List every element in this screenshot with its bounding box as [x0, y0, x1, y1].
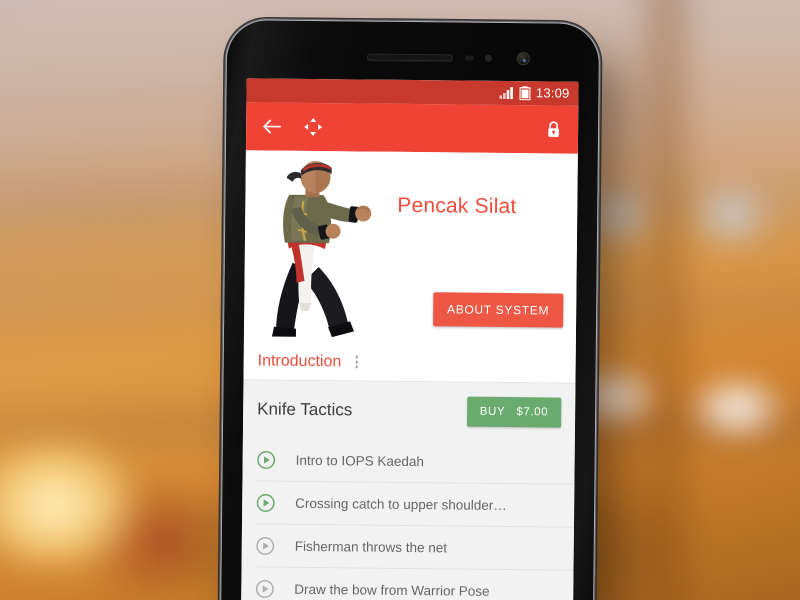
about-system-button[interactable]: ABOUT SYSTEM — [432, 292, 564, 328]
lock-icon — [547, 121, 559, 137]
back-button[interactable] — [258, 113, 284, 139]
lesson-row[interactable]: Fisherman throws the net — [242, 524, 574, 569]
lesson-row[interactable]: Intro to IOPS Kaedah — [242, 438, 574, 483]
signal-icon — [499, 87, 514, 100]
play-circle-icon[interactable] — [256, 493, 275, 512]
app-bar — [245, 102, 579, 154]
scene: 13:09 Pencak Silat ABOUT SYSTEM Introduc… — [0, 0, 800, 600]
play-circle-icon[interactable] — [255, 579, 274, 598]
hero-section: Pencak Silat ABOUT SYSTEM — [243, 150, 578, 346]
play-circle-icon[interactable] — [257, 450, 276, 469]
play-circle-icon[interactable] — [256, 536, 275, 555]
speaker-grille-icon — [366, 53, 453, 62]
overflow-menu-icon — [355, 355, 358, 359]
fighter-illustration — [271, 161, 372, 338]
proximity-sensor-icon — [464, 55, 474, 61]
phone-device: 13:09 Pencak Silat ABOUT SYSTEM Introduc… — [220, 20, 600, 600]
lock-button[interactable] — [540, 116, 566, 142]
lesson-list-area: Knife Tactics BUY $7.00 Intro to IOPS Ka… — [240, 380, 576, 600]
tab-bar: Introduction — [243, 342, 576, 384]
pencak-silat-fighter-image — [244, 150, 392, 344]
move-handle-icon — [304, 117, 323, 136]
lesson-label: Crossing catch to upper shoulder… — [295, 495, 507, 513]
page-title: Pencak Silat — [397, 193, 517, 219]
buy-button[interactable]: BUY $7.00 — [466, 396, 562, 428]
overflow-menu-button[interactable] — [352, 352, 361, 373]
lesson-label: Intro to IOPS Kaedah — [295, 452, 425, 469]
buy-button-label: BUY — [479, 405, 506, 418]
light-sensor-icon — [484, 54, 492, 62]
status-bar: 13:09 — [246, 78, 579, 106]
status-bar-clock: 13:09 — [535, 85, 570, 101]
lesson-label: Fisherman throws the net — [294, 538, 448, 555]
move-handle-button[interactable] — [300, 114, 326, 140]
course-header: Knife Tactics BUY $7.00 — [243, 380, 576, 441]
buy-button-price: $7.00 — [516, 406, 549, 419]
overflow-menu-icon — [355, 365, 358, 369]
hero-text-area: Pencak Silat ABOUT SYSTEM — [390, 152, 578, 346]
battery-icon — [519, 86, 532, 101]
camera-lens-glint — [522, 59, 526, 63]
tab-introduction[interactable]: Introduction — [258, 352, 342, 371]
app-bar-spacer — [342, 127, 524, 129]
lesson-label: Draw the bow from Warrior Pose — [294, 581, 490, 599]
lesson-list: Intro to IOPS Kaedah Crossing catch to up… — [241, 438, 575, 600]
overflow-menu-icon — [355, 360, 358, 364]
lesson-row[interactable]: Crossing catch to upper shoulder… — [242, 481, 574, 526]
phone-screen: 13:09 Pencak Silat ABOUT SYSTEM Introduc… — [240, 78, 579, 600]
course-title: Knife Tactics — [257, 399, 353, 420]
lesson-row[interactable]: Draw the bow from Warrior Pose — [241, 567, 573, 600]
back-arrow-icon — [263, 119, 281, 134]
